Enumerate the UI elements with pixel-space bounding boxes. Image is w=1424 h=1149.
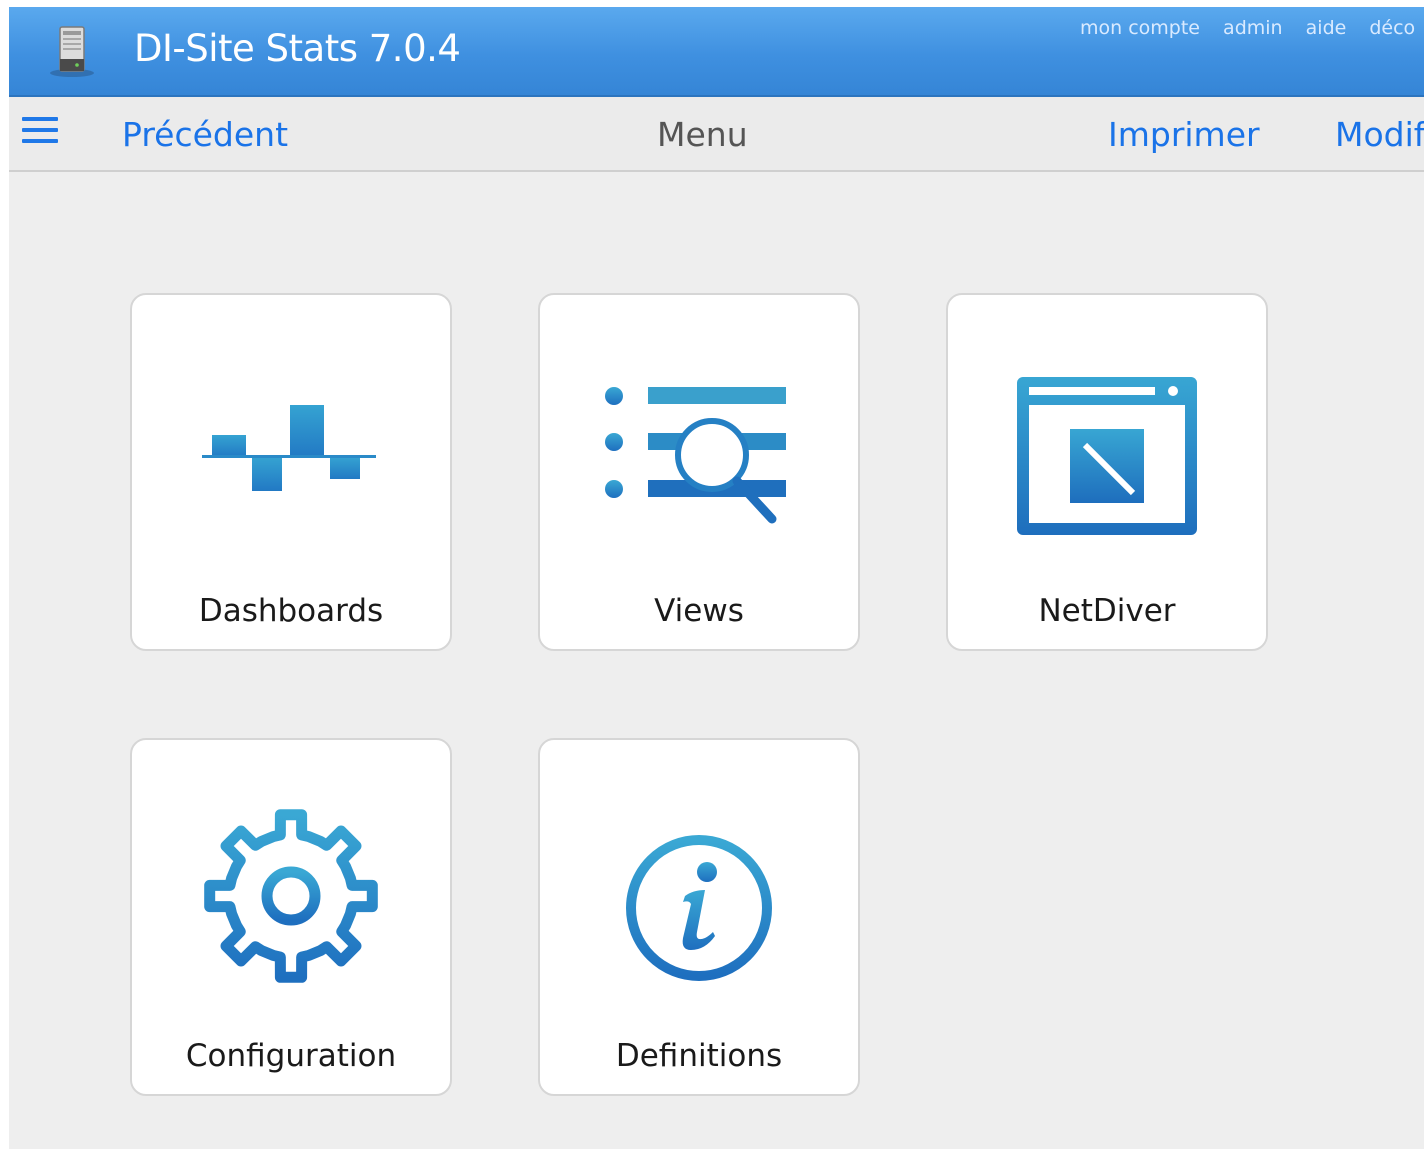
hamburger-menu-icon[interactable] [22, 117, 58, 147]
tile-label: Definitions [615, 1038, 783, 1074]
nav-bar: Précédent Menu Imprimer Modif [9, 97, 1424, 172]
tile-views[interactable]: Views [538, 293, 860, 651]
views-list-search-icon [605, 387, 786, 524]
tile-label: NetDiver [1038, 593, 1176, 629]
tile-label: Views [654, 593, 744, 629]
tile-label: Dashboards [198, 593, 384, 629]
tile-definitions[interactable]: Definitions [538, 738, 860, 1096]
back-button[interactable]: Précédent [122, 115, 288, 154]
page-title: Menu [657, 115, 748, 154]
logout-link[interactable]: déco [1369, 17, 1415, 39]
app-header: DI-Site Stats 7.0.4 mon compte admin aid… [9, 7, 1424, 97]
help-link[interactable]: aide [1306, 17, 1347, 39]
app-frame: DI-Site Stats 7.0.4 mon compte admin aid… [9, 7, 1424, 1149]
edit-button[interactable]: Modif [1335, 115, 1424, 154]
gear-outline [204, 809, 378, 983]
server-logo-icon [50, 26, 94, 77]
tile-label: Configuration [185, 1038, 397, 1074]
tile-dashboards[interactable]: Dashboards [130, 293, 452, 651]
account-link[interactable]: mon compte [1080, 17, 1200, 39]
gear-icon [204, 809, 378, 983]
admin-link[interactable]: admin [1223, 17, 1283, 39]
dashboard-chart-icon [202, 405, 376, 491]
app-title: DI-Site Stats 7.0.4 [134, 27, 461, 70]
netdiver-window-icon [1017, 377, 1197, 535]
info-icon [626, 835, 772, 981]
tile-configuration[interactable]: Configuration [130, 738, 452, 1096]
print-button[interactable]: Imprimer [1108, 115, 1260, 154]
top-links: mon compte admin aide déco [1080, 17, 1424, 39]
tile-netdiver[interactable]: NetDiver [946, 293, 1268, 651]
